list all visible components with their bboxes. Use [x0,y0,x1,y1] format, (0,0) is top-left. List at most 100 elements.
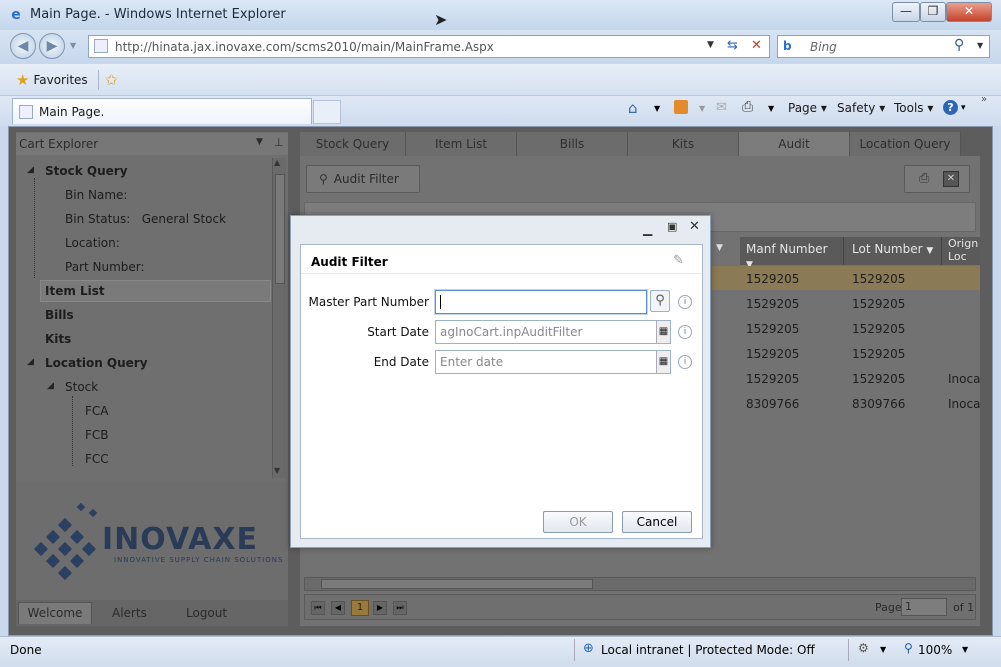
collapse-icon[interactable]: ◢ [27,357,34,367]
column-orign-loc[interactable]: Orign Loc [944,237,980,265]
tree-item-list[interactable]: Item List [45,284,105,298]
tree-stock-query[interactable]: Stock Query [45,164,128,178]
tree-kits[interactable]: Kits [45,332,71,346]
filter-icon[interactable]: ▼ [926,246,933,256]
tree-location[interactable]: Location: [65,236,120,250]
security-zone[interactable]: Local intranet | Protected Mode: Off [601,643,815,657]
close-window-button[interactable]: ✕ [946,2,992,22]
tab-stock-query[interactable]: Stock Query [300,132,406,156]
prev-page-icon[interactable]: ◀ [331,601,345,615]
home-dropdown-icon[interactable]: ▼ [654,104,660,113]
first-page-icon[interactable]: ⏮ [311,601,325,615]
maximize-button[interactable]: ❐ [920,2,946,22]
zoom-dropdown-icon[interactable]: ▼ [962,645,968,654]
stop-icon[interactable]: ✕ [751,38,762,53]
scrollbar-thumb[interactable] [275,174,285,284]
audit-filter-button[interactable]: ⚲ Audit Filter [306,165,420,193]
cell-lot[interactable]: 1529205 [852,347,905,361]
end-date-input[interactable]: Enter date ▦ [435,350,671,374]
print-icon[interactable]: ⎙ [919,171,929,186]
dialog-minimize-button[interactable]: ▁ [643,222,652,236]
tree-location-query[interactable]: Location Query [45,356,148,370]
rss-feed-icon[interactable] [674,100,688,114]
column-manf-number[interactable]: Manf Number ▼ [740,237,844,270]
tab-alerts[interactable]: Alerts [112,606,147,620]
page-menu[interactable]: Page ▾ [788,101,827,115]
info-icon[interactable]: i [678,355,692,369]
chevron-more-icon[interactable]: » [981,94,987,105]
calendar-icon[interactable]: ▦ [656,351,670,373]
tab-bills[interactable]: Bills [517,132,628,156]
page-number-input[interactable]: 1 [901,598,947,616]
tree-scrollbar[interactable]: ▲ ▼ [272,158,286,478]
dialog-maximize-button[interactable]: ▣ [667,220,677,233]
cancel-button[interactable]: Cancel [622,511,692,533]
back-button[interactable]: ◀ [10,33,36,59]
tab-welcome[interactable]: Welcome [18,602,92,624]
tree-bin-name[interactable]: Bin Name: [65,188,127,202]
master-part-input[interactable] [435,290,647,314]
print-dropdown-icon[interactable]: ▼ [768,104,774,113]
tree-fcc[interactable]: FCC [85,452,109,466]
tree-stock[interactable]: Stock [65,380,98,394]
scroll-down-icon[interactable]: ▼ [274,466,280,475]
print-icon[interactable]: ⎙ [742,99,753,115]
cell-manf[interactable]: 1529205 [746,347,799,361]
tree-bin-status[interactable]: Bin Status: General Stock [65,212,226,226]
minimize-button[interactable]: — [892,2,920,22]
protected-mode-icon[interactable]: ⚙ [858,641,869,655]
help-menu[interactable]: ? ▾ [943,100,966,115]
cell-orig[interactable]: Inoca [948,372,980,386]
next-page-icon[interactable]: ▶ [373,601,387,615]
tab-logout[interactable]: Logout [186,606,227,620]
tab-audit[interactable]: Audit [739,132,850,156]
filter-icon[interactable]: ▼ [716,243,723,253]
forward-button[interactable]: ▶ [39,33,65,59]
part-lookup-search-button[interactable]: ⚲ [650,290,670,312]
scroll-up-icon[interactable]: ▲ [274,158,280,167]
tree-bills[interactable]: Bills [45,308,74,322]
horizontal-scrollbar[interactable] [304,577,976,591]
url-dropdown-icon[interactable]: ▼ [707,40,714,50]
calendar-icon[interactable]: ▦ [656,321,670,343]
cell-manf[interactable]: 1529205 [746,272,799,286]
home-icon[interactable]: ⌂ [628,99,638,117]
cell-lot[interactable]: 1529205 [852,372,905,386]
feed-dropdown-icon[interactable]: ▼ [699,104,705,113]
refresh-icon[interactable]: ⇆ [727,38,738,53]
cell-manf[interactable]: 1529205 [746,372,799,386]
chevron-down-icon[interactable]: ▼ [256,137,263,147]
collapse-icon[interactable]: ◢ [27,165,34,175]
tools-menu[interactable]: Tools ▾ [894,101,933,115]
cell-lot[interactable]: 1529205 [852,297,905,311]
cell-lot[interactable]: 8309766 [852,397,905,411]
cell-manf[interactable]: 8309766 [746,397,799,411]
excel-export-icon[interactable]: ✕ [943,171,959,187]
tab-item-list[interactable]: Item List [406,132,517,156]
cell-manf[interactable]: 1529205 [746,297,799,311]
scrollbar-thumb[interactable] [321,579,593,589]
cell-lot[interactable]: 1529205 [852,322,905,336]
tab-main-page[interactable]: Main Page. [12,98,312,124]
tree-fcb[interactable]: FCB [85,428,109,442]
cell-manf[interactable]: 1529205 [746,322,799,336]
zoom-icon[interactable]: ⚲ [904,641,913,655]
add-favorite-icon[interactable]: ✩ [105,71,118,89]
tree-fca[interactable]: FCA [85,404,109,418]
start-date-input[interactable]: agInoCart.inpAuditFilter ▦ [435,320,671,344]
tab-kits[interactable]: Kits [628,132,739,156]
current-page-button[interactable]: 1 [351,600,369,616]
column-lot-number[interactable]: Lot Number ▼ [846,237,942,265]
info-icon[interactable]: i [678,325,692,339]
cell-lot[interactable]: 1529205 [852,272,905,286]
collapse-icon[interactable]: ◢ [47,381,54,391]
chevron-down-icon[interactable]: ▼ [880,645,886,654]
tree-part-number[interactable]: Part Number: [65,260,145,274]
last-page-icon[interactable]: ⏭ [393,601,407,615]
dialog-close-button[interactable]: ✕ [689,219,700,234]
pin-icon[interactable]: ⊥ [274,136,284,149]
tab-location-query[interactable]: Location Query [850,132,961,156]
ok-button[interactable]: OK [543,511,613,533]
search-icon[interactable]: ⚲ [954,37,964,53]
zoom-level[interactable]: 100% [918,643,952,657]
